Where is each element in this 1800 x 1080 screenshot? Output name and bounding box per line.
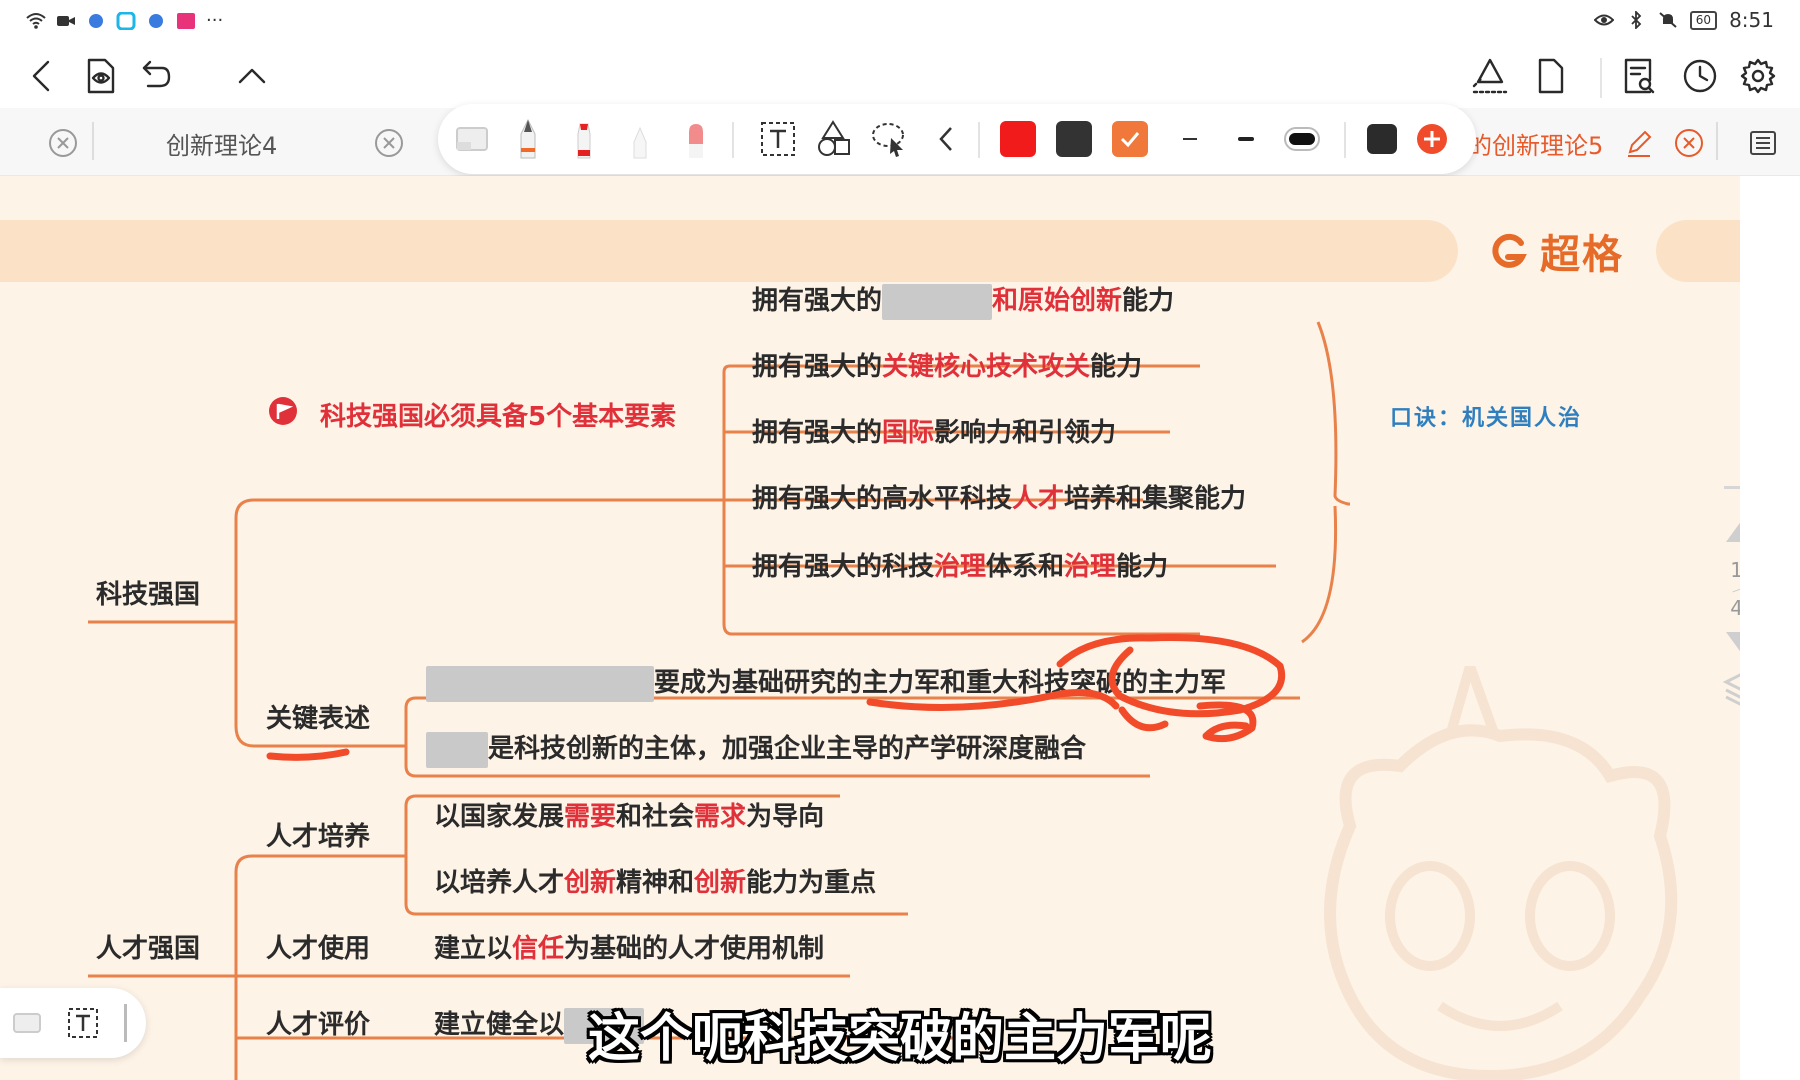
pen-toolbar [438, 104, 1476, 174]
battery-indicator: 60 [1689, 10, 1718, 30]
text-box-icon [761, 122, 795, 156]
app-icon [89, 13, 103, 28]
add-color-button[interactable] [1408, 114, 1456, 164]
stroke-thin-icon [1183, 138, 1197, 140]
shapes-icon [818, 120, 850, 156]
divider [978, 122, 980, 158]
tab-title-active[interactable]: 的创新理论5 [1468, 126, 1603, 161]
stroke-thin[interactable] [1166, 114, 1214, 164]
page-icon [1538, 58, 1564, 94]
page-button[interactable] [1526, 52, 1574, 100]
pencil-tool[interactable] [616, 114, 664, 164]
clock-icon [1683, 59, 1717, 93]
rename-button[interactable] [1622, 126, 1656, 160]
list-icon [1750, 131, 1776, 155]
shapes-icon [1472, 58, 1508, 94]
color-swatch-custom[interactable] [1358, 114, 1406, 164]
pencil-icon [633, 126, 647, 159]
stroke-medium[interactable] [1222, 114, 1270, 164]
divider [1600, 58, 1602, 98]
close-circle-icon [1675, 129, 1703, 157]
shapes-button[interactable] [1466, 52, 1514, 100]
history-button[interactable] [1676, 52, 1724, 100]
eye-icon [1593, 14, 1614, 26]
mute-icon [1659, 12, 1677, 28]
tab-close-button[interactable] [372, 126, 406, 160]
lasso-tool[interactable] [866, 114, 914, 164]
swatch-dark [1056, 121, 1092, 157]
tab-close-button[interactable] [1672, 126, 1706, 160]
more-indicator: ··· [206, 10, 224, 31]
swatch-orange [1112, 121, 1148, 157]
back-button[interactable] [18, 52, 66, 100]
video-icon [57, 15, 75, 26]
layers-icon[interactable] [1722, 670, 1740, 710]
undo-icon [142, 60, 171, 88]
lasso-icon [872, 123, 904, 157]
gear-icon [1740, 58, 1776, 94]
app-icon [149, 13, 163, 28]
wifi-icon [26, 12, 46, 29]
marker-tool[interactable] [560, 114, 608, 164]
collapse-toolbar-button[interactable] [922, 114, 970, 164]
highlighter-tool[interactable] [672, 114, 720, 164]
color-swatch-red[interactable] [994, 114, 1042, 164]
document-eye-icon [87, 58, 115, 94]
divider [92, 122, 94, 160]
close-circle-icon [375, 129, 403, 157]
outline-button[interactable] [1746, 126, 1780, 160]
total-pages: 45 [1730, 596, 1740, 620]
page-navigator: 16 45 [1720, 486, 1740, 726]
current-page: 16 [1730, 558, 1740, 582]
close-circle-icon [49, 129, 77, 157]
marker-icon [577, 123, 591, 159]
eraser-tool[interactable] [448, 114, 496, 164]
text-tool[interactable] [754, 114, 802, 164]
video-subtitle: 这个呃科技突破的主力军呢 [587, 1009, 1212, 1069]
check-icon [1120, 132, 1140, 148]
divider [732, 122, 734, 158]
app-icon [116, 11, 136, 30]
divider [1732, 584, 1740, 593]
chevron-left-icon [939, 127, 952, 151]
swatch-black [1367, 124, 1397, 154]
arrow-up-icon[interactable] [1722, 516, 1740, 546]
status-bar: ··· 60 8:51 [0, 0, 1800, 44]
divider [1344, 122, 1346, 158]
collapse-button[interactable] [228, 52, 276, 100]
settings-button[interactable] [1734, 52, 1782, 100]
shape-tool[interactable] [810, 114, 858, 164]
color-swatch-orange[interactable] [1106, 114, 1154, 164]
stroke-medium-icon [1238, 137, 1254, 141]
pencil-icon [1628, 130, 1652, 157]
stroke-thick-icon [1284, 127, 1320, 151]
search-doc-button[interactable] [1614, 52, 1662, 100]
chevron-left-icon [32, 60, 50, 92]
preview-button[interactable] [76, 52, 124, 100]
tab-close-button[interactable] [46, 126, 80, 160]
stroke-thick[interactable] [1278, 114, 1326, 164]
app-icon [177, 12, 195, 29]
clock: 8:51 [1729, 8, 1774, 32]
eraser-icon [456, 127, 488, 151]
tab-title[interactable]: 创新理论4 [166, 126, 277, 161]
color-swatch-dark[interactable] [1050, 114, 1098, 164]
divider [1724, 486, 1740, 489]
arrow-down-icon[interactable] [1722, 628, 1740, 658]
top-nav [0, 52, 1800, 104]
fountain-pen-tool[interactable] [504, 114, 552, 164]
handwriting-annotations [266, 634, 1285, 761]
bluetooth-icon [1631, 11, 1642, 29]
divider [1716, 122, 1718, 160]
undo-button[interactable] [130, 52, 178, 100]
plus-circle-icon [1417, 124, 1447, 154]
highlighter-icon [689, 124, 703, 158]
document-search-icon [1624, 58, 1655, 94]
chevron-up-icon [238, 68, 266, 84]
note-canvas[interactable]: 超格 科技强国 科技强国必须具备5个基本要素 拥有强大的 和原始创新能力 拥有强… [0, 176, 1740, 1080]
fountain-pen-icon [520, 118, 536, 159]
swatch-red [1000, 121, 1036, 157]
